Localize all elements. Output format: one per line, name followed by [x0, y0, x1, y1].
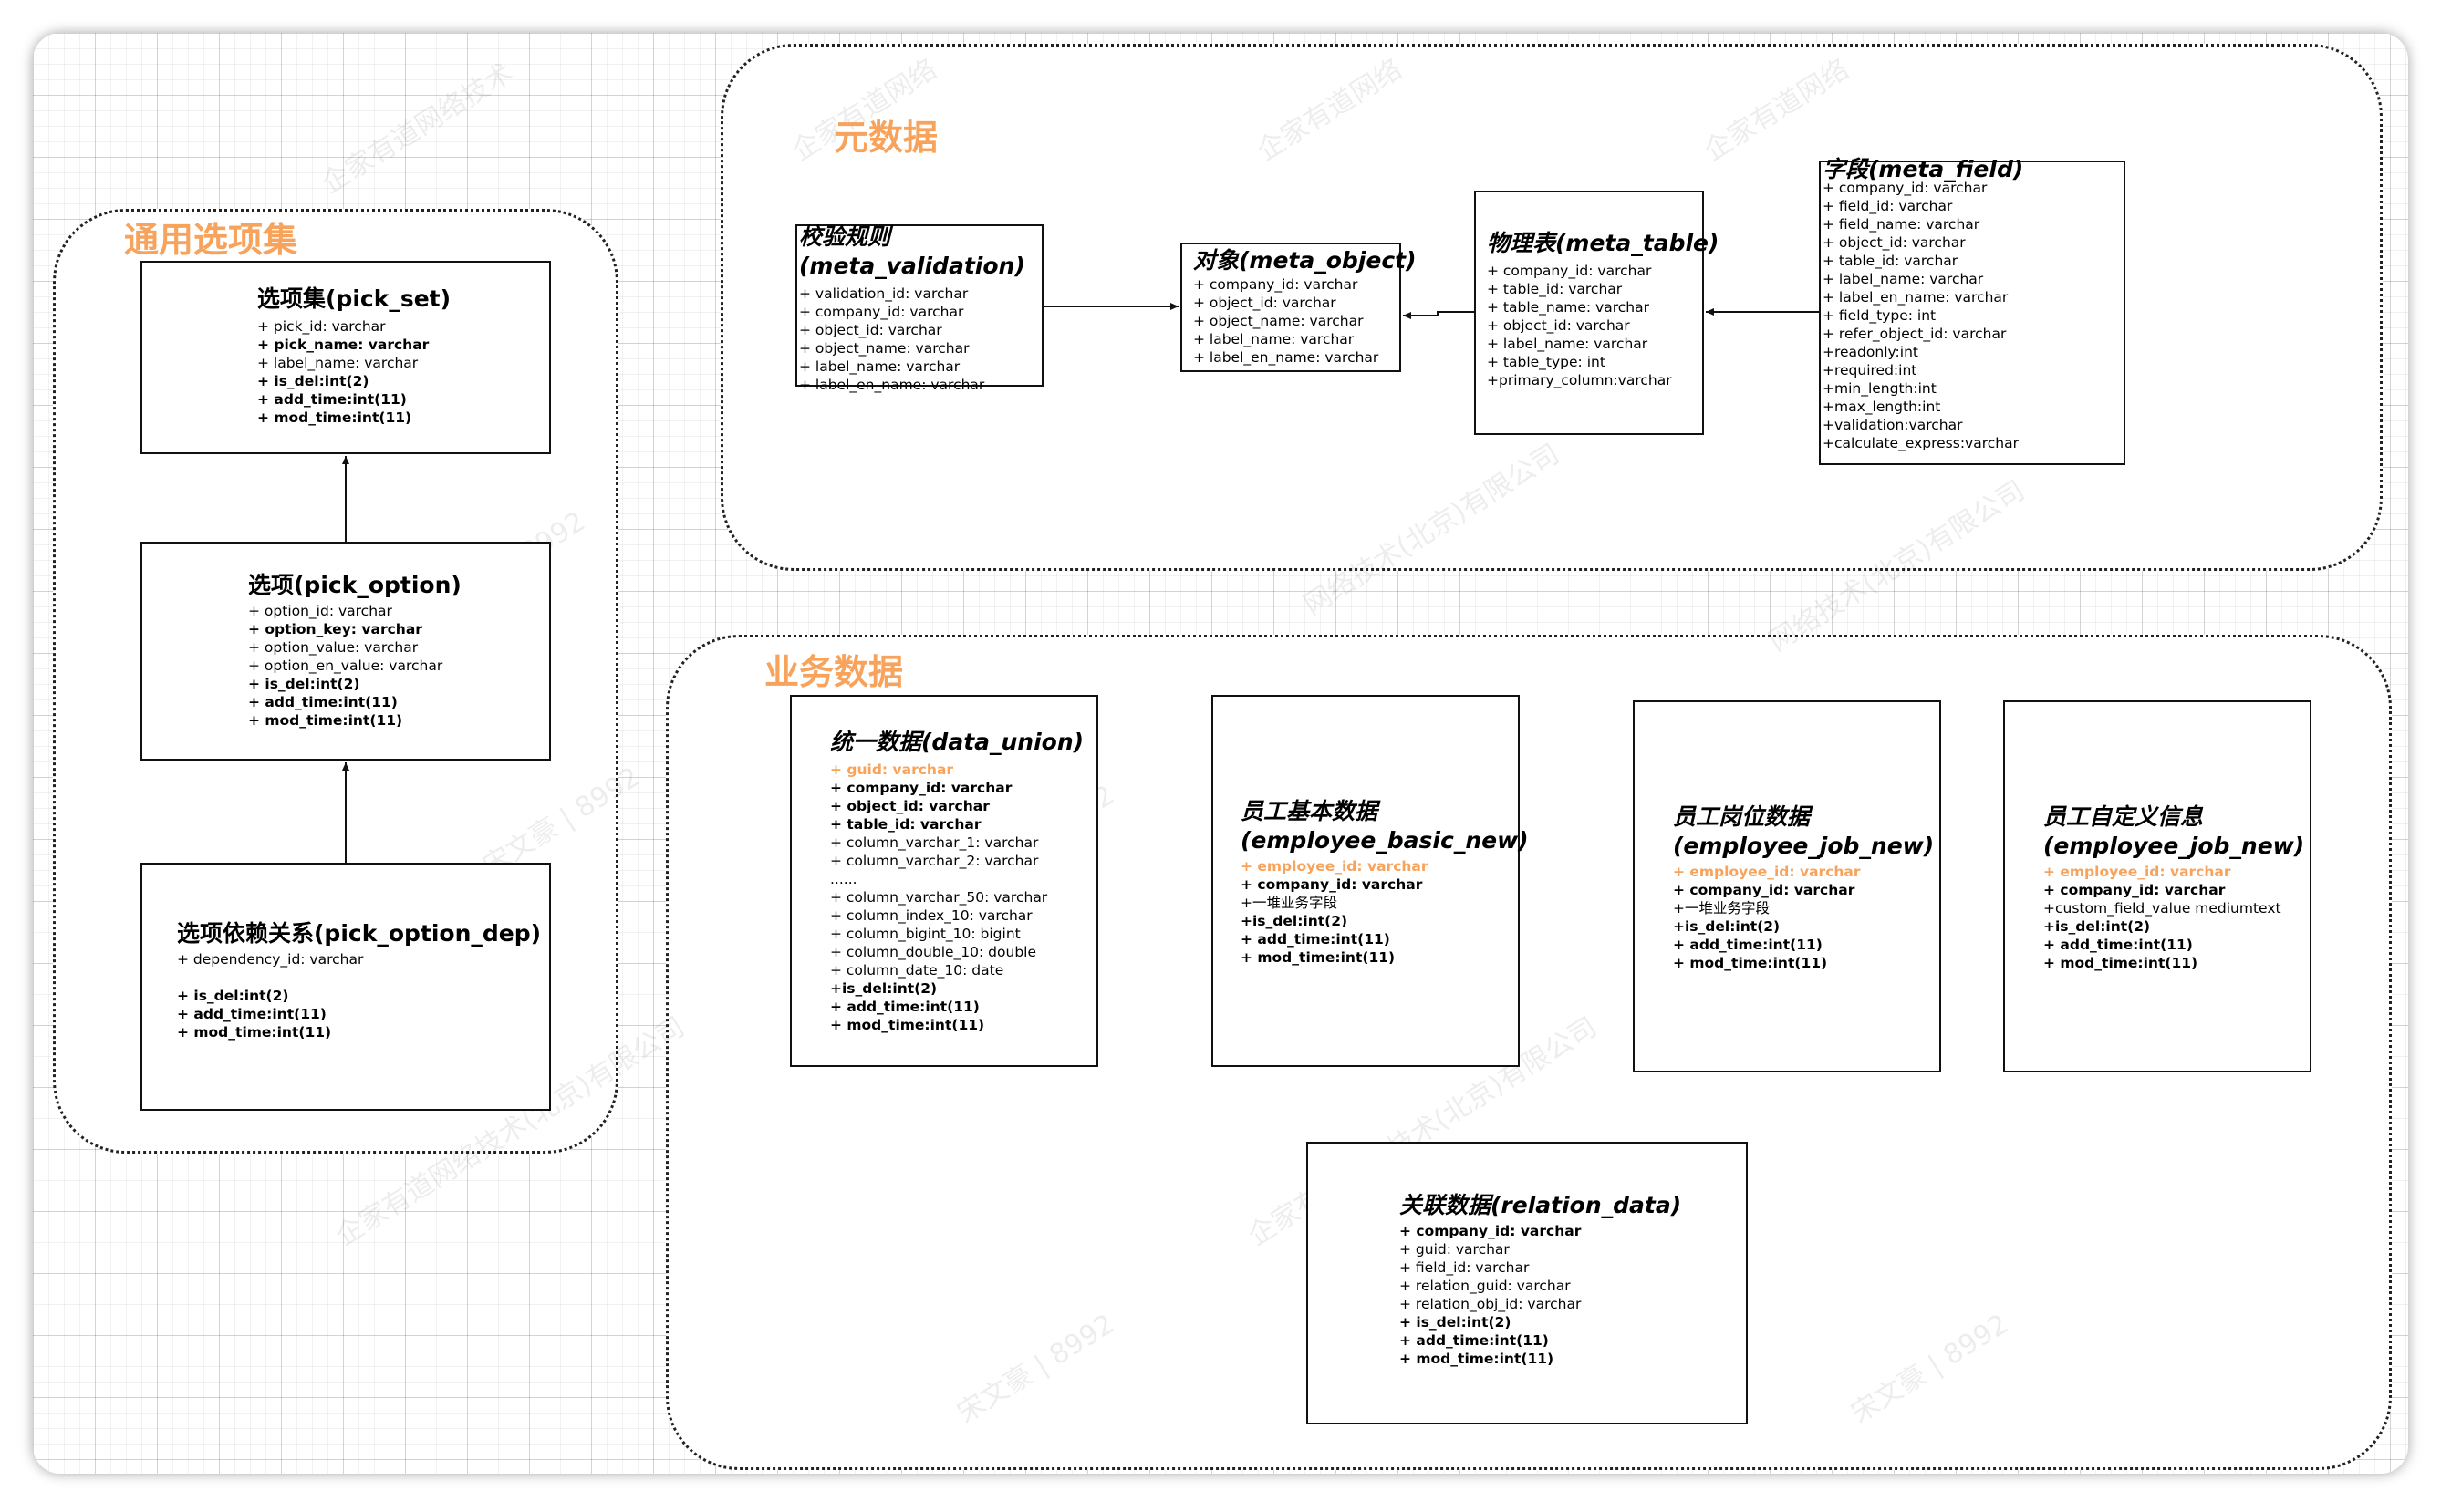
arrow-table-to-object	[1403, 311, 1474, 319]
diagram-canvas: 企家有道网络技术 企家有道网络 企家有道网络 企家有道网络 宋文豪 | 8992…	[33, 33, 2408, 1474]
connectors	[342, 303, 1819, 863]
